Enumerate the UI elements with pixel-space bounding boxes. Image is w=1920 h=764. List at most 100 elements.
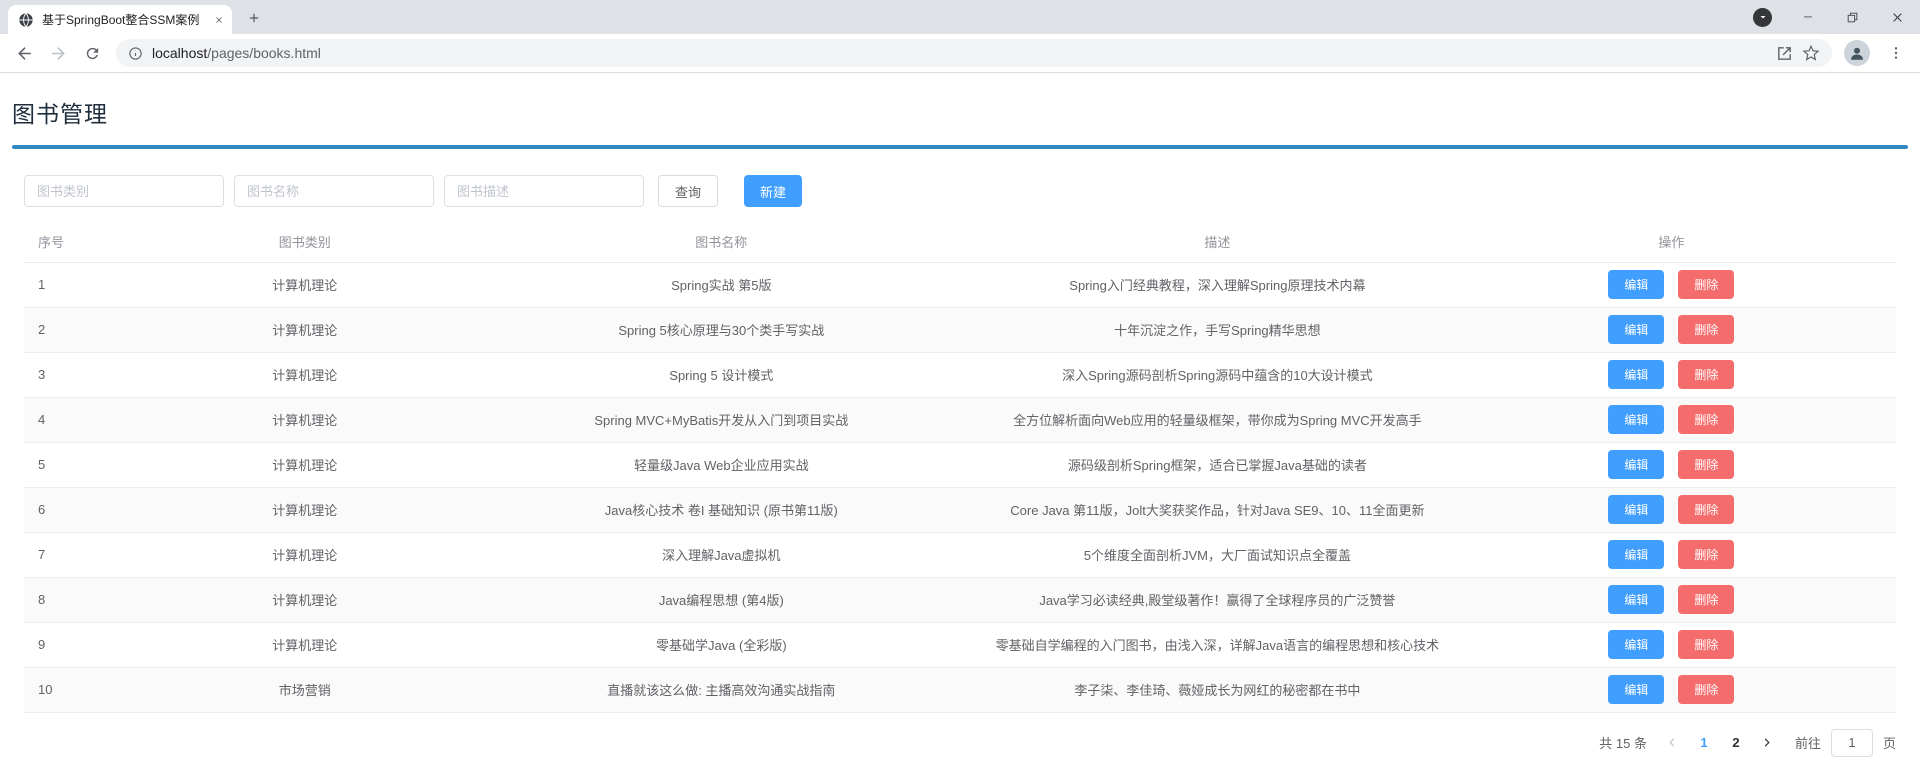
delete-button[interactable]: 删除 [1678,315,1735,344]
row-index-cell: 6 [24,487,156,533]
tab-search-button[interactable] [1740,0,1785,34]
table-body: 1 计算机理论 Spring实战 第5版 Spring入门经典教程，深入理解Sprin… [24,262,1896,713]
table-header-row: 序号 图书类别 图书名称 描述 操作 [24,222,1896,263]
minimize-button[interactable] [1785,0,1830,34]
reload-icon[interactable] [78,39,106,67]
search-bar: 查询 新建 [24,175,1896,207]
edit-button[interactable]: 编辑 [1608,405,1665,434]
query-button[interactable]: 查询 [658,175,719,207]
row-category-cell: 计算机理论 [155,532,455,578]
row-category-cell: 计算机理论 [155,397,455,443]
close-window-button[interactable] [1875,0,1920,34]
page-number-1[interactable]: 1 [1691,729,1717,757]
header-name: 图书名称 [454,222,989,263]
row-index-cell: 3 [24,352,156,398]
browser-tab[interactable]: 基于SpringBoot整合SSM案例 [8,5,232,34]
edit-button[interactable]: 编辑 [1608,450,1665,479]
table-row: 7 计算机理论 深入理解Java虚拟机 5个维度全面剖析JVM，大厂面试知识点全覆盖编… [24,532,1896,578]
url-host: localhost [152,45,208,61]
edit-button[interactable]: 编辑 [1608,585,1665,614]
forward-icon[interactable] [44,39,72,67]
row-actions-cell: 编辑 删除 [1446,397,1896,443]
globe-favicon-icon [18,12,34,28]
delete-button[interactable]: 删除 [1678,630,1735,659]
row-description-cell: Core Java 第11版，Jolt大奖获奖作品，针对Java SE9、10、… [988,487,1447,533]
prev-page-icon[interactable] [1661,729,1685,757]
row-description-cell: Java学习必读经典,殿堂级著作！赢得了全球程序员的广泛赞誉 [988,577,1447,623]
page-number-2[interactable]: 2 [1723,729,1749,757]
profile-avatar[interactable] [1844,40,1870,66]
row-name-cell: Spring实战 第5版 [454,262,989,308]
edit-button[interactable]: 编辑 [1608,630,1665,659]
row-name-cell: Spring MVC+MyBatis开发从入门到项目实战 [454,397,989,443]
row-category-cell: 计算机理论 [155,262,455,308]
header-description: 描述 [988,222,1447,263]
share-icon[interactable] [1776,45,1793,62]
window-controls [1740,0,1920,34]
caret-down-icon [1753,7,1772,27]
delete-button[interactable]: 删除 [1678,675,1735,704]
url-text: localhost/pages/books.html [152,45,321,61]
create-button[interactable]: 新建 [744,175,803,207]
pagination: 共 15 条 1 2 前往 页 [24,728,1896,757]
new-tab-button[interactable] [240,4,268,32]
url-path: /pages/books.html [207,45,321,61]
delete-button[interactable]: 删除 [1678,585,1735,614]
row-description-cell: 全方位解析面向Web应用的轻量级框架，带你成为Spring MVC开发高手 [988,397,1447,443]
header-actions: 操作 [1446,222,1896,263]
row-category-cell: 计算机理论 [155,307,455,353]
row-description-cell: 5个维度全面剖析JVM，大厂面试知识点全覆盖 [988,532,1447,578]
browser-menu-icon[interactable] [1882,39,1910,67]
row-category-cell: 计算机理论 [155,352,455,398]
delete-button[interactable]: 删除 [1678,540,1735,569]
row-name-cell: 零基础学Java (全彩版) [454,622,989,668]
back-icon[interactable] [10,39,38,67]
row-index-cell: 7 [24,532,156,578]
delete-button[interactable]: 删除 [1678,360,1735,389]
table-row: 9 计算机理论 零基础学Java (全彩版) 零基础自学编程的入门图书，由浅入深，详解… [24,622,1896,668]
description-search-input[interactable] [444,175,644,207]
restore-button[interactable] [1830,0,1875,34]
delete-button[interactable]: 删除 [1678,270,1735,299]
table-row: 2 计算机理论 Spring 5核心原理与30个类手写实战 十年沉淀之作，手写Spri… [24,307,1896,353]
row-actions-cell: 编辑 删除 [1446,352,1896,398]
row-index-cell: 8 [24,577,156,623]
browser-toolbar: localhost/pages/books.html [0,34,1920,73]
bookmark-star-icon[interactable] [1802,44,1820,62]
total-count-label: 共 15 条 [1599,736,1647,751]
edit-button[interactable]: 编辑 [1608,675,1665,704]
delete-button[interactable]: 删除 [1678,405,1735,434]
browser-window: 基于SpringBoot整合SSM案例 localhost/pages/book… [0,0,1920,73]
row-category-cell: 计算机理论 [155,442,455,488]
row-actions-cell: 编辑 删除 [1446,487,1896,533]
edit-button[interactable]: 编辑 [1608,360,1665,389]
row-name-cell: 直播就该这么做: 主播高效沟通实战指南 [454,667,989,713]
table-row: 6 计算机理论 Java核心技术 卷I 基础知识 (原书第11版) Core Java… [24,487,1896,533]
goto-page-label: 前往 [1794,736,1821,751]
table-row: 5 计算机理论 轻量级Java Web企业应用实战 源码级剖析Spring框架，适合已… [24,442,1896,488]
next-page-icon[interactable] [1755,729,1779,757]
row-actions-cell: 编辑 删除 [1446,307,1896,353]
edit-button[interactable]: 编辑 [1608,540,1665,569]
tab-close-icon[interactable] [214,15,224,25]
category-search-input[interactable] [24,175,224,207]
row-description-cell: 十年沉淀之作，手写Spring精华思想 [988,307,1447,353]
title-divider [12,145,1908,149]
table-row: 1 计算机理论 Spring实战 第5版 Spring入门经典教程，深入理解Sprin… [24,262,1896,308]
address-bar[interactable]: localhost/pages/books.html [116,39,1832,67]
table-row: 4 计算机理论 Spring MVC+MyBatis开发从入门到项目实战 全方位解析面… [24,397,1896,443]
site-info-icon[interactable] [128,46,143,61]
header-index: 序号 [24,222,156,263]
goto-page-input[interactable] [1830,728,1873,757]
page-title: 图书管理 [12,101,108,127]
edit-button[interactable]: 编辑 [1608,495,1665,524]
row-name-cell: Spring 5 设计模式 [454,352,989,398]
name-search-input[interactable] [234,175,434,207]
edit-button[interactable]: 编辑 [1608,315,1665,344]
delete-button[interactable]: 删除 [1678,450,1735,479]
tab-title: 基于SpringBoot整合SSM案例 [42,13,200,27]
tab-strip: 基于SpringBoot整合SSM案例 [0,0,1920,34]
edit-button[interactable]: 编辑 [1608,270,1665,299]
delete-button[interactable]: 删除 [1678,495,1735,524]
table-row: 3 计算机理论 Spring 5 设计模式 深入Spring源码剖析Spring源码中… [24,352,1896,398]
